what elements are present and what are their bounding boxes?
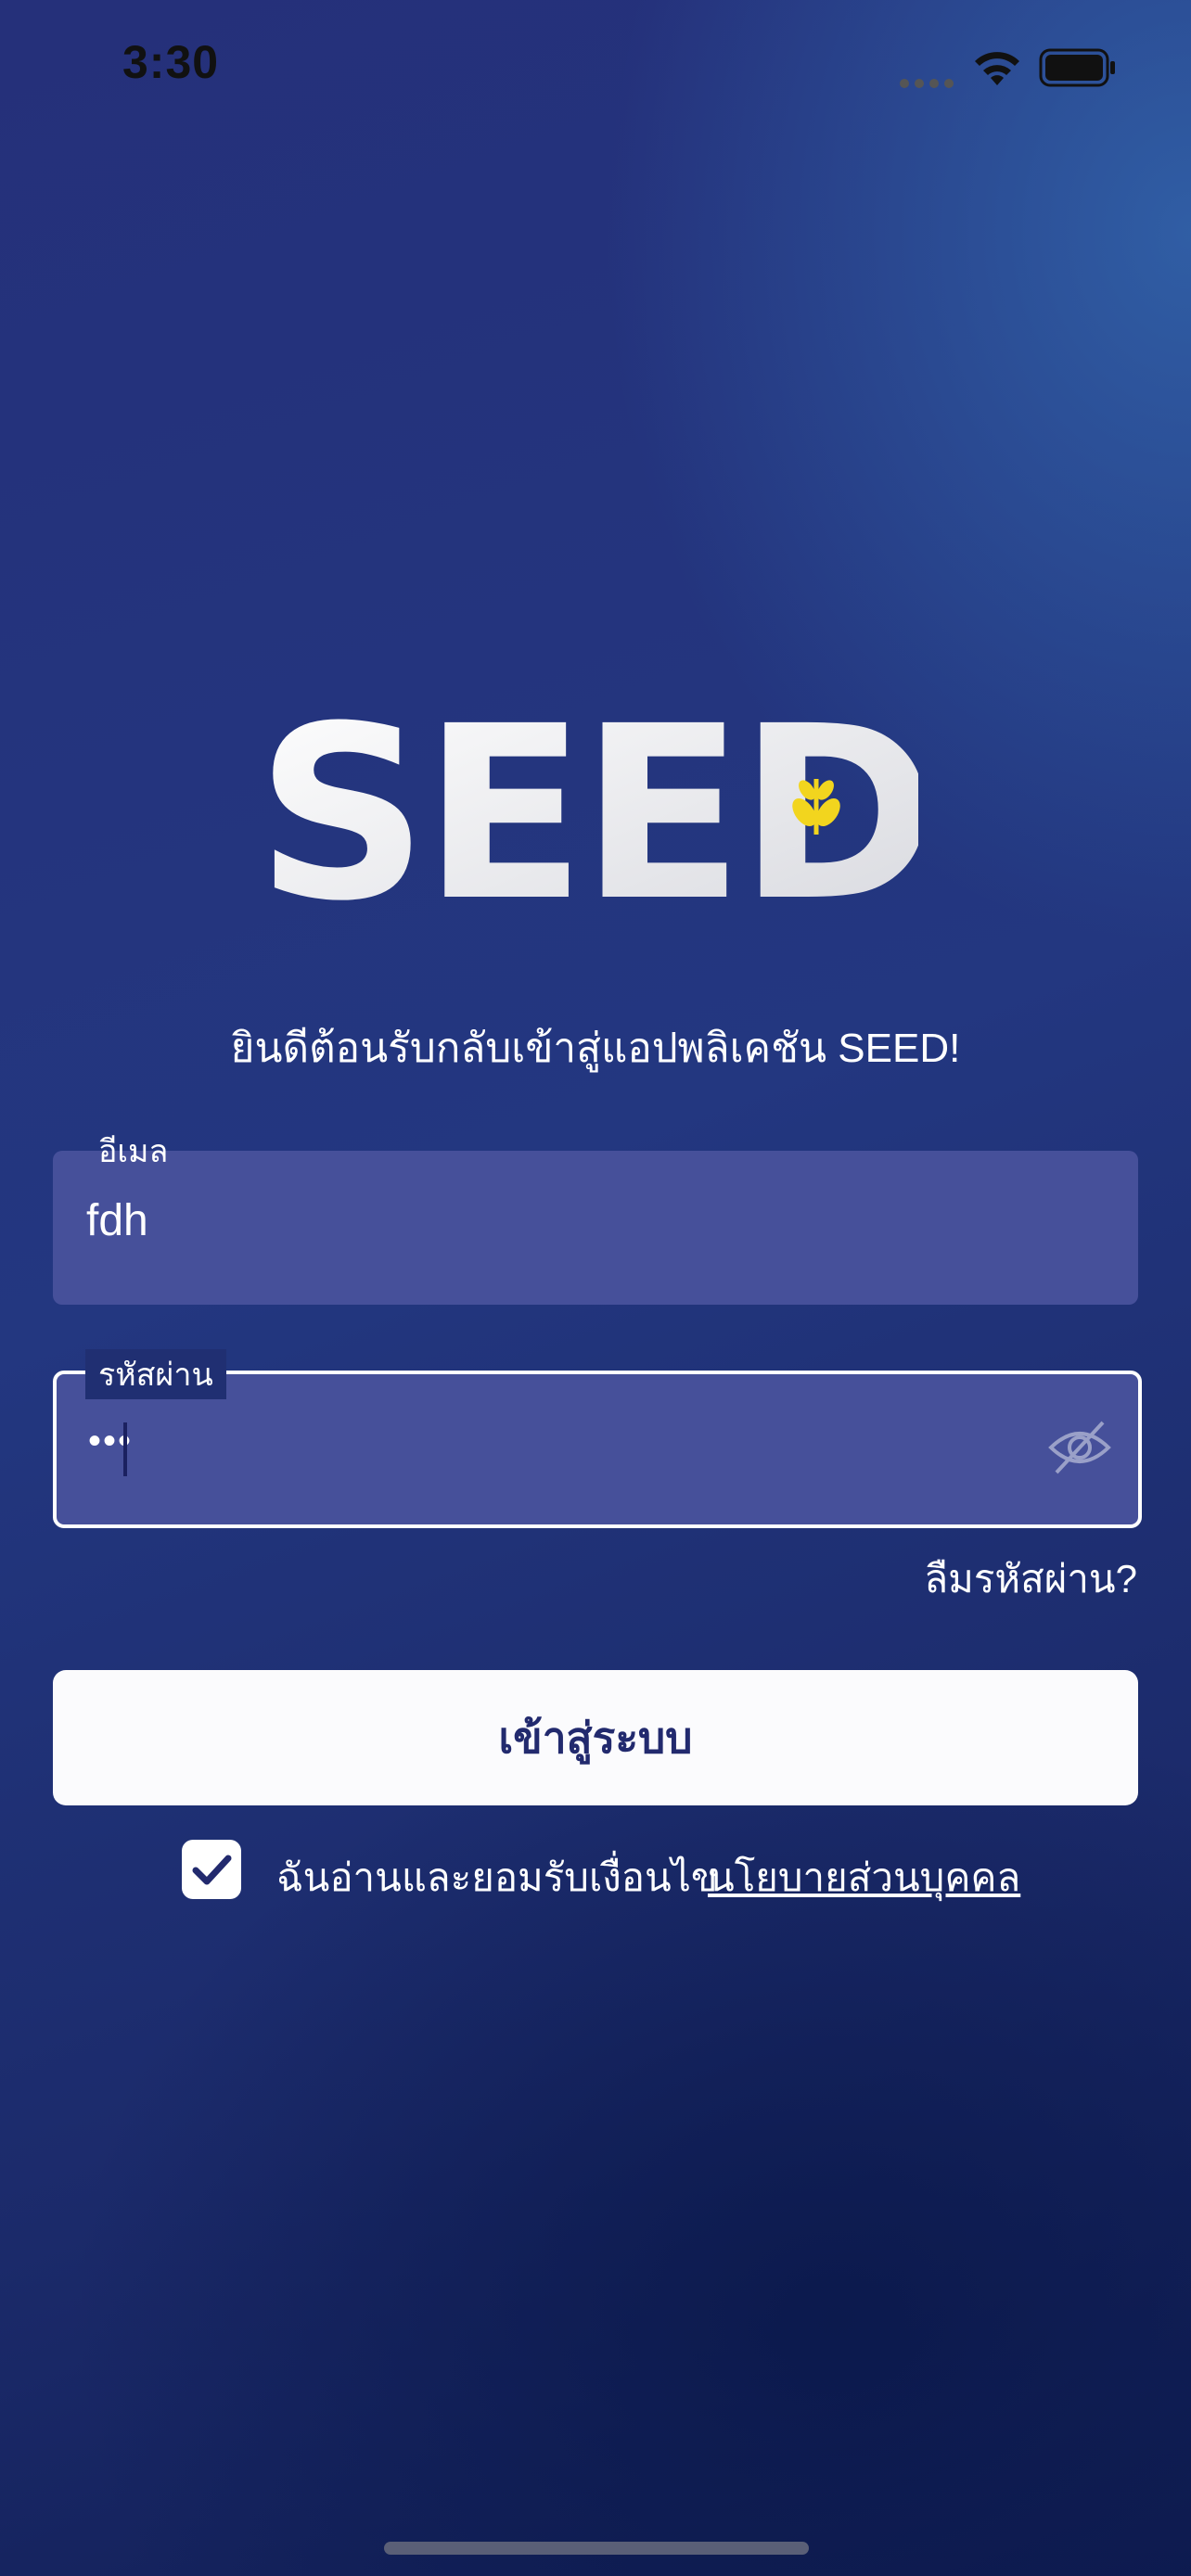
wifi-icon bbox=[975, 52, 1019, 85]
forgot-password-link[interactable]: ลืมรหัสผ่าน? bbox=[924, 1549, 1137, 1610]
email-field[interactable]: fdh bbox=[53, 1151, 1138, 1305]
cellular-signal-icon bbox=[900, 74, 959, 92]
battery-icon bbox=[1039, 48, 1115, 87]
email-label: อีเมล bbox=[98, 1134, 169, 1169]
consent-text: ฉันอ่านและยอมรับเงื่อนไข bbox=[276, 1855, 718, 1899]
login-button[interactable]: เข้าสู่ระบบ bbox=[53, 1670, 1138, 1805]
checkmark-icon bbox=[192, 1855, 232, 1885]
status-time: 3:30 bbox=[122, 36, 220, 88]
seed-logo: SEED bbox=[269, 700, 918, 913]
status-bar: 3:30 bbox=[0, 0, 1191, 139]
password-label: รหัสผ่าน bbox=[85, 1349, 226, 1399]
eye-off-icon[interactable] bbox=[1047, 1415, 1112, 1480]
text-cursor bbox=[123, 1422, 127, 1476]
consent-checkbox[interactable] bbox=[182, 1840, 241, 1899]
welcome-message: ยินดีต้อนรับกลับเข้าสู่แอปพลิเคชัน SEED! bbox=[230, 1026, 961, 1071]
consent-row: ฉันอ่านและยอมรับเงื่อนไข นโยบายส่วนบุคคล bbox=[0, 1838, 1191, 1906]
privacy-policy-link[interactable]: นโยบายส่วนบุคคล bbox=[708, 1847, 1020, 1908]
email-value[interactable]: fdh bbox=[86, 1195, 148, 1246]
home-indicator[interactable] bbox=[384, 2542, 809, 2555]
